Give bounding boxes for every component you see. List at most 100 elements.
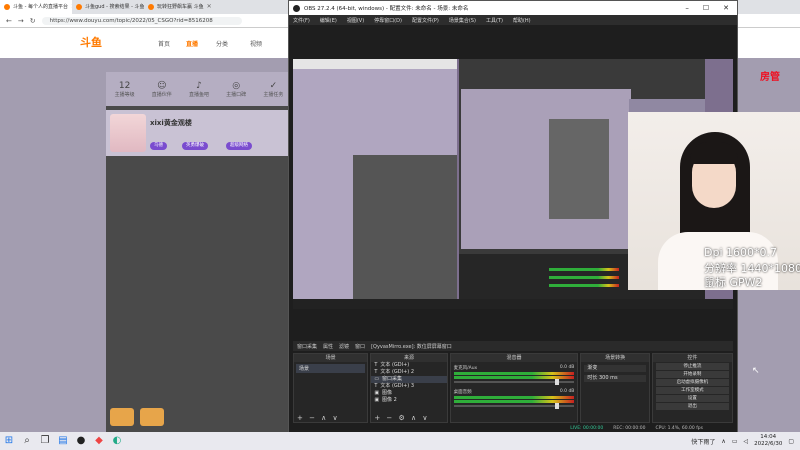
task-view-icon[interactable]: ❐ [36, 432, 54, 450]
scene-controls[interactable]: + − ∧ ∨ [294, 414, 367, 422]
forward-icon[interactable]: → [18, 17, 24, 25]
panel-title: 场景转换 [581, 354, 649, 362]
search-icon[interactable]: ⌕ [18, 432, 36, 450]
obs-taskbar-icon[interactable]: ● [72, 432, 90, 450]
text-icon: T [374, 383, 378, 389]
menu-tools[interactable]: 工具(T) [486, 17, 503, 24]
transition-duration-field[interactable]: 时长 300 ms [584, 375, 646, 382]
source-item[interactable]: T 文本 (GDI+) 2 [371, 369, 446, 376]
settings-button[interactable]: 设置 [655, 395, 729, 402]
stop-streaming-button[interactable]: 停止推流 [655, 363, 729, 370]
site-logo[interactable]: 斗鱼 [80, 34, 102, 50]
volume-meter [453, 396, 575, 399]
gift-icon[interactable] [110, 408, 134, 426]
window-select[interactable]: [QyvasMirro.exe]: 数位屏屏幕窗口 [371, 343, 452, 350]
panel-title: 混音器 [450, 354, 578, 362]
mixer-channel-mic: 麦克风/Aux 0.0 dB [453, 365, 575, 385]
source-item[interactable]: T 文本 (GDI+) 3 [371, 383, 446, 390]
transitions-panel: 场景转换 渐变 时长 300 ms [580, 353, 650, 423]
edge-browser-icon[interactable]: ◐ [108, 432, 126, 450]
text-icon: T [374, 362, 378, 368]
menu-scene-collection[interactable]: 场景集合(S) [449, 17, 476, 24]
nav-video[interactable]: 视频 [250, 39, 262, 48]
weather-widget[interactable]: 快下雨了 [691, 437, 715, 446]
transition-type-select[interactable]: 渐变 [584, 365, 646, 372]
icon-reputation[interactable]: ◎ 主播口碑 [226, 81, 246, 98]
scene-item[interactable]: 场景 [296, 364, 366, 373]
menu-profile[interactable]: 配置文件(P) [412, 17, 439, 24]
gift-icon[interactable] [140, 408, 164, 426]
source-item[interactable]: ▭ 窗口采集 [371, 376, 447, 383]
source-item[interactable]: T 文本 (GDI+) [371, 362, 446, 369]
image-icon: ▣ [374, 397, 380, 403]
controls-panel: 控件 停止推流 开始录制 启动虚拟摄像机 工作室模式 设置 退出 [651, 353, 733, 423]
menu-edit[interactable]: 编辑(E) [320, 17, 337, 24]
tab-label: 斗鱼gud - 搜索结果 - 斗鱼直播 [85, 4, 144, 10]
tab-label: 玩转狂野飙车赢 斗鱼 [157, 4, 204, 10]
volume-meter [453, 372, 575, 375]
obs-menu-bar: 文件(F) 编辑(E) 视图(V) 停靠窗口(D) 配置文件(P) 场景集合(S… [289, 15, 737, 25]
obs-title: OBS 27.2.4 (64-bit, windows) - 配置文件: 未命名… [304, 6, 469, 12]
panel-title: 来源 [371, 354, 447, 362]
notification-icon[interactable]: ▢ [788, 438, 794, 445]
app-icon[interactable]: ▤ [54, 432, 72, 450]
badge-pill[interactable]: 乌德 [150, 142, 167, 150]
network-icon[interactable]: ▭ [732, 438, 738, 445]
avatar[interactable] [110, 114, 146, 152]
nested-taskbar-capture [293, 299, 733, 309]
source-item[interactable]: ▣ 图像 [371, 390, 446, 397]
source-controls[interactable]: + − ⚙ ∧ ∨ [371, 414, 446, 422]
app-icon[interactable]: ◆ [90, 432, 108, 450]
windows-start-icon[interactable]: ⊞ [0, 432, 18, 450]
exit-button[interactable]: 退出 [655, 403, 729, 410]
menu-docks[interactable]: 停靠窗口(D) [374, 17, 402, 24]
virtual-camera-button[interactable]: 启动虚拟摄像机 [655, 379, 729, 386]
close-icon[interactable]: ✕ [723, 4, 729, 12]
icon-tasks[interactable]: ✓ 主播任务 [263, 81, 283, 98]
volume-slider[interactable] [453, 379, 575, 385]
menu-view[interactable]: 视图(V) [347, 17, 364, 24]
browser-tab-3[interactable]: 玩转狂野飙车赢 斗鱼 ✕ [144, 0, 216, 14]
maximize-icon[interactable]: ☐ [703, 4, 709, 12]
filters-button[interactable]: 滤镜 [339, 343, 349, 350]
browser-tab-1[interactable]: 斗鱼 - 每个人的直播平台 ✕ [0, 0, 72, 14]
badge-pill[interactable]: 英勇爆破 [182, 142, 208, 150]
menu-help[interactable]: 帮助(H) [513, 17, 531, 24]
volume-slider[interactable] [453, 403, 575, 409]
reload-icon[interactable]: ↻ [30, 17, 36, 25]
browser-tab-2[interactable]: 斗鱼gud - 搜索结果 - 斗鱼直播 ✕ [72, 0, 144, 14]
nav-category[interactable]: 分类 [216, 39, 228, 48]
clock[interactable]: 14:04 2022/6/30 [754, 434, 782, 448]
studio-mode-button[interactable]: 工作室模式 [655, 387, 729, 394]
selected-source-label: 窗口采集 [297, 343, 318, 350]
window-label: 窗口 [355, 343, 366, 350]
overlay-dpi: Dpi 1600*0.7 [704, 246, 777, 259]
source-toolbar: 窗口采集 属性 滤镜 窗口 [QyvasMirro.exe]: 数位屏屏幕窗口 [293, 341, 733, 351]
tray-chevron-icon[interactable]: ∧ [721, 438, 725, 445]
nested-browser-capture [293, 59, 457, 299]
tab-label: 斗鱼 - 每个人的直播平台 [13, 4, 68, 10]
douyu-favicon-icon [4, 4, 10, 10]
icon-fishbar[interactable]: ♪ 直播鱼吧 [189, 81, 209, 98]
properties-button[interactable]: 属性 [323, 343, 333, 350]
icon-level[interactable]: 12 主播等级 [115, 81, 135, 98]
back-icon[interactable]: ← [6, 17, 12, 25]
volume-icon[interactable]: ◁ [744, 438, 749, 445]
room-manager-logo: 房管 [760, 72, 780, 83]
start-recording-button[interactable]: 开始录制 [655, 371, 729, 378]
icon-partner[interactable]: ☺ 直播伙伴 [152, 81, 172, 98]
badge-pill[interactable]: 超级网络 [226, 142, 252, 150]
streamer-card: xixi黄金观楼 乌德 英勇爆破 超级网络 [106, 110, 292, 156]
mouse-cursor-icon: ↖ [752, 366, 760, 376]
close-icon[interactable]: ✕ [207, 0, 213, 14]
url-field[interactable]: https://www.douyu.com/topic/2022/05_CSGO… [41, 16, 242, 25]
source-item[interactable]: ▣ 图像 2 [371, 397, 446, 404]
nav-home[interactable]: 首页 [158, 39, 170, 48]
douyu-favicon-icon [76, 4, 82, 10]
windows-taskbar: ⊞ ⌕ ❐ ▤ ● ◆ ◐ 快下雨了 ∧ ▭ ◁ 14:04 2022/6/30… [0, 432, 800, 450]
menu-file[interactable]: 文件(F) [293, 17, 310, 24]
nav-live[interactable]: 直播 [186, 39, 198, 48]
mixer-channel-desktop: 桌面音频 0.0 dB [453, 389, 575, 409]
streamer-name[interactable]: xixi黄金观楼 [150, 118, 192, 128]
minimize-icon[interactable]: – [685, 4, 689, 12]
